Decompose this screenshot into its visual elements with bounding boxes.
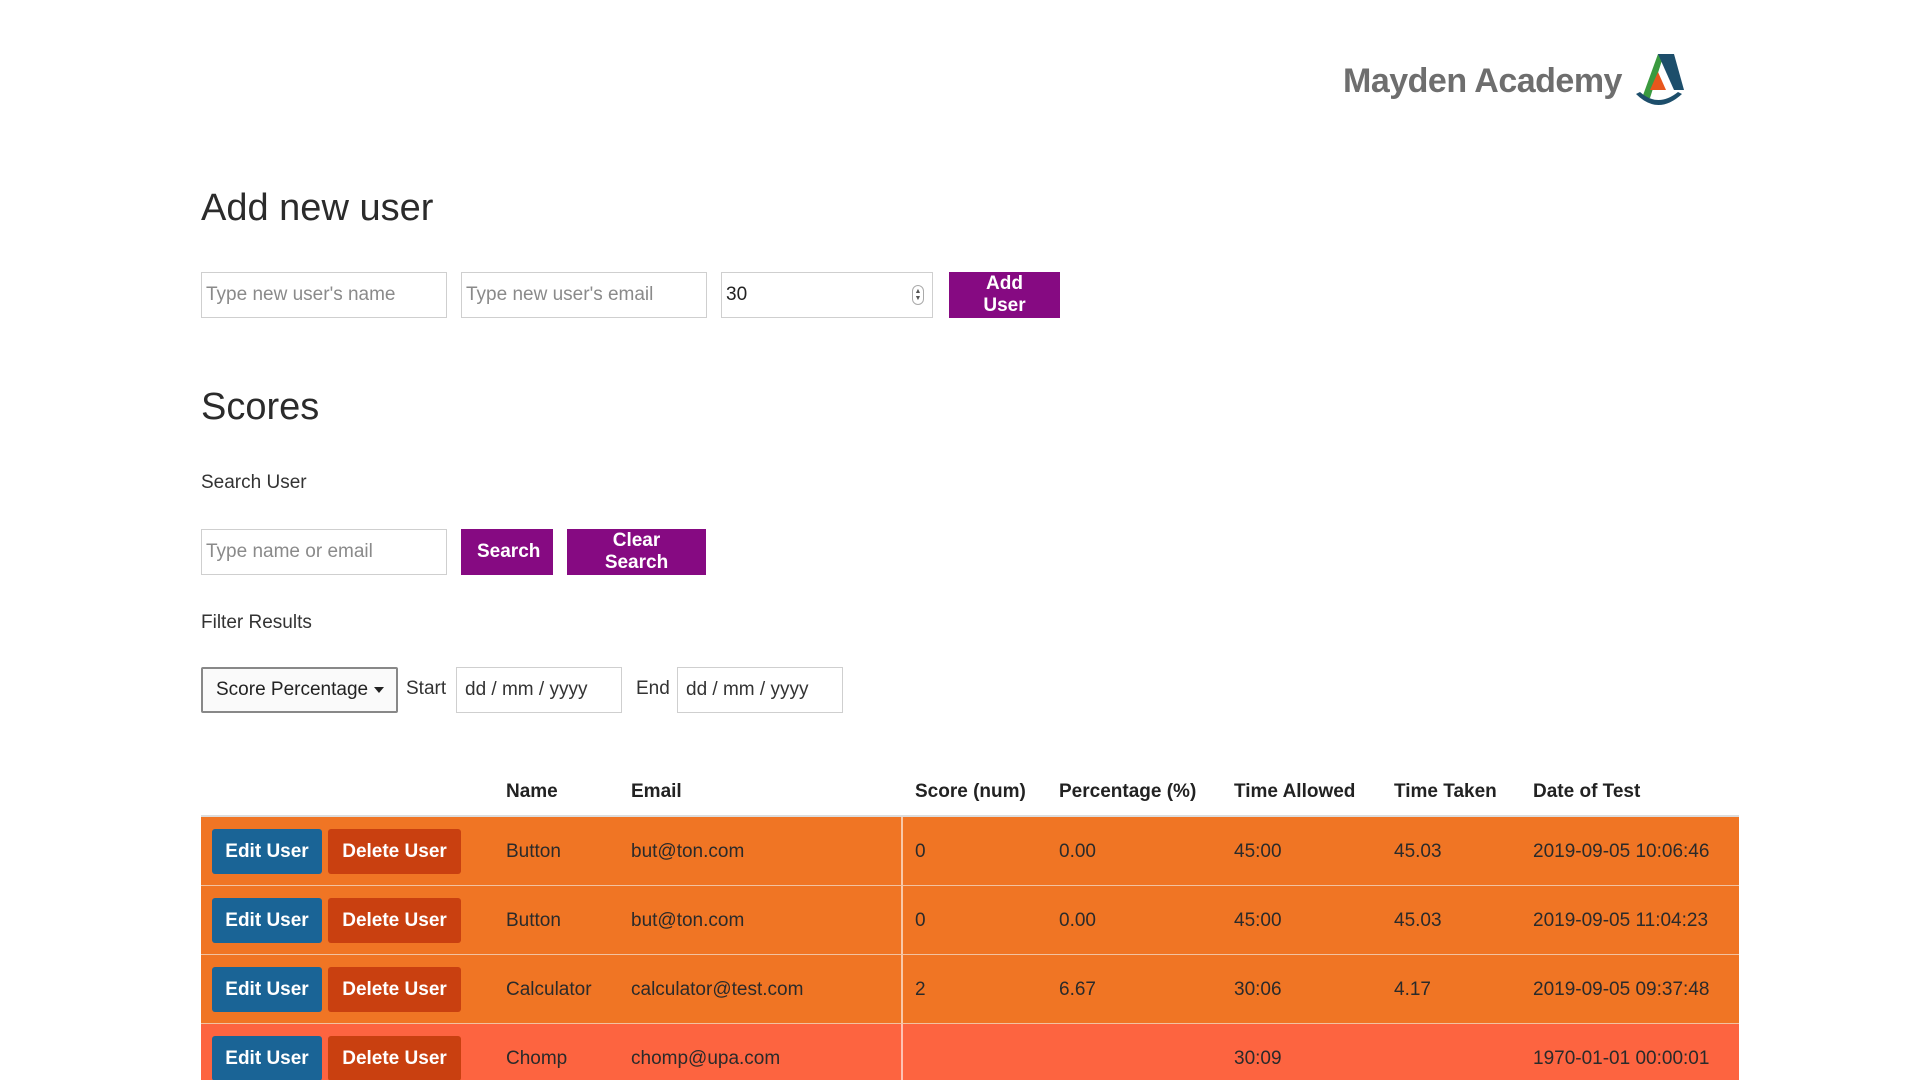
cell-date: 2019-09-05 10:06:46	[1533, 841, 1710, 862]
add-user-button[interactable]: Add User	[949, 272, 1060, 318]
header-email: Email	[631, 781, 682, 802]
new-user-email-input[interactable]	[461, 272, 707, 318]
cell-email: chomp@upa.com	[631, 1048, 781, 1069]
cell-date: 1970-01-01 00:00:01	[1533, 1048, 1710, 1069]
filter-results-label: Filter Results	[201, 612, 312, 633]
start-date-label: Start	[406, 678, 447, 699]
brand-name: Mayden Academy	[1343, 61, 1622, 100]
table-row: Edit User Delete User Chomp chomp@upa.co…	[201, 1024, 1739, 1080]
delete-user-button[interactable]: Delete User	[328, 1036, 461, 1080]
delete-user-button[interactable]: Delete User	[328, 829, 461, 874]
delete-user-button[interactable]: Delete User	[328, 967, 461, 1012]
cell-email: but@ton.com	[631, 841, 745, 862]
start-date-placeholder: dd / mm / yyyy	[465, 679, 588, 700]
end-date-input[interactable]: dd / mm / yyyy	[677, 667, 843, 713]
scores-table: Name Email Score (num) Percentage (%) Ti…	[201, 770, 1739, 1080]
cell-time-allowed: 30:06	[1234, 979, 1282, 1000]
column-divider	[901, 886, 903, 954]
caret-down-icon	[374, 687, 385, 693]
header-time-taken: Time Taken	[1394, 781, 1497, 802]
search-input[interactable]	[201, 529, 447, 575]
end-date-label: End	[636, 678, 670, 699]
header-time-allowed: Time Allowed	[1234, 781, 1356, 802]
cell-time-taken: 4.17	[1394, 979, 1431, 1000]
brand-logo: Mayden Academy	[1343, 50, 1688, 112]
cell-date: 2019-09-05 11:04:23	[1533, 910, 1709, 931]
table-row: Edit User Delete User Button but@ton.com…	[201, 886, 1739, 955]
column-divider	[901, 1024, 903, 1080]
table-row: Edit User Delete User Calculator calcula…	[201, 955, 1739, 1024]
cell-time-taken: 45.03	[1394, 910, 1442, 931]
end-date-placeholder: dd / mm / yyyy	[686, 679, 809, 700]
start-date-input[interactable]: dd / mm / yyyy	[456, 667, 622, 713]
scores-title: Scores	[201, 386, 320, 428]
cell-percentage: 0.00	[1059, 841, 1096, 862]
cell-date: 2019-09-05 09:37:48	[1533, 979, 1710, 1000]
table-header: Name Email Score (num) Percentage (%) Ti…	[201, 770, 1739, 817]
new-user-name-input[interactable]	[201, 272, 447, 318]
cell-email: calculator@test.com	[631, 979, 804, 1000]
delete-user-button[interactable]: Delete User	[328, 898, 461, 943]
clear-search-button[interactable]: Clear Search	[567, 529, 706, 575]
cell-time-taken: 45.03	[1394, 841, 1442, 862]
add-user-title: Add new user	[201, 187, 434, 229]
cell-score: 2	[915, 979, 926, 1000]
column-divider	[901, 817, 903, 885]
letter-a-logo-icon	[1635, 54, 1684, 105]
header-percentage: Percentage (%)	[1059, 781, 1197, 802]
header-score: Score (num)	[915, 781, 1026, 802]
cell-name: Button	[506, 910, 561, 931]
filter-select[interactable]: Score Percentage	[201, 667, 398, 713]
cell-score: 0	[915, 841, 926, 862]
edit-user-button[interactable]: Edit User	[212, 967, 322, 1012]
cell-time-allowed: 45:00	[1234, 841, 1282, 862]
time-allowed-value: 30	[726, 284, 748, 305]
cell-email: but@ton.com	[631, 910, 745, 931]
cell-percentage: 6.67	[1059, 979, 1096, 1000]
cell-time-allowed: 30:09	[1234, 1048, 1282, 1069]
search-user-label: Search User	[201, 472, 307, 493]
edit-user-button[interactable]: Edit User	[212, 898, 322, 943]
table-row: Edit User Delete User Button but@ton.com…	[201, 817, 1739, 886]
header-name: Name	[506, 781, 558, 802]
header-date: Date of Test	[1533, 781, 1641, 802]
column-divider	[901, 955, 903, 1023]
cell-name: Calculator	[506, 979, 592, 1000]
cell-percentage: 0.00	[1059, 910, 1096, 931]
cell-name: Button	[506, 841, 561, 862]
cell-time-allowed: 45:00	[1234, 910, 1282, 931]
edit-user-button[interactable]: Edit User	[212, 829, 322, 874]
number-spinner-icon[interactable]: ▲ ▼	[912, 285, 924, 305]
time-allowed-input[interactable]: 30 ▲ ▼	[721, 272, 933, 318]
edit-user-button[interactable]: Edit User	[212, 1036, 322, 1080]
filter-select-value: Score Percentage	[216, 679, 369, 700]
cell-name: Chomp	[506, 1048, 568, 1069]
search-button[interactable]: Search	[461, 529, 553, 575]
cell-score: 0	[915, 910, 926, 931]
